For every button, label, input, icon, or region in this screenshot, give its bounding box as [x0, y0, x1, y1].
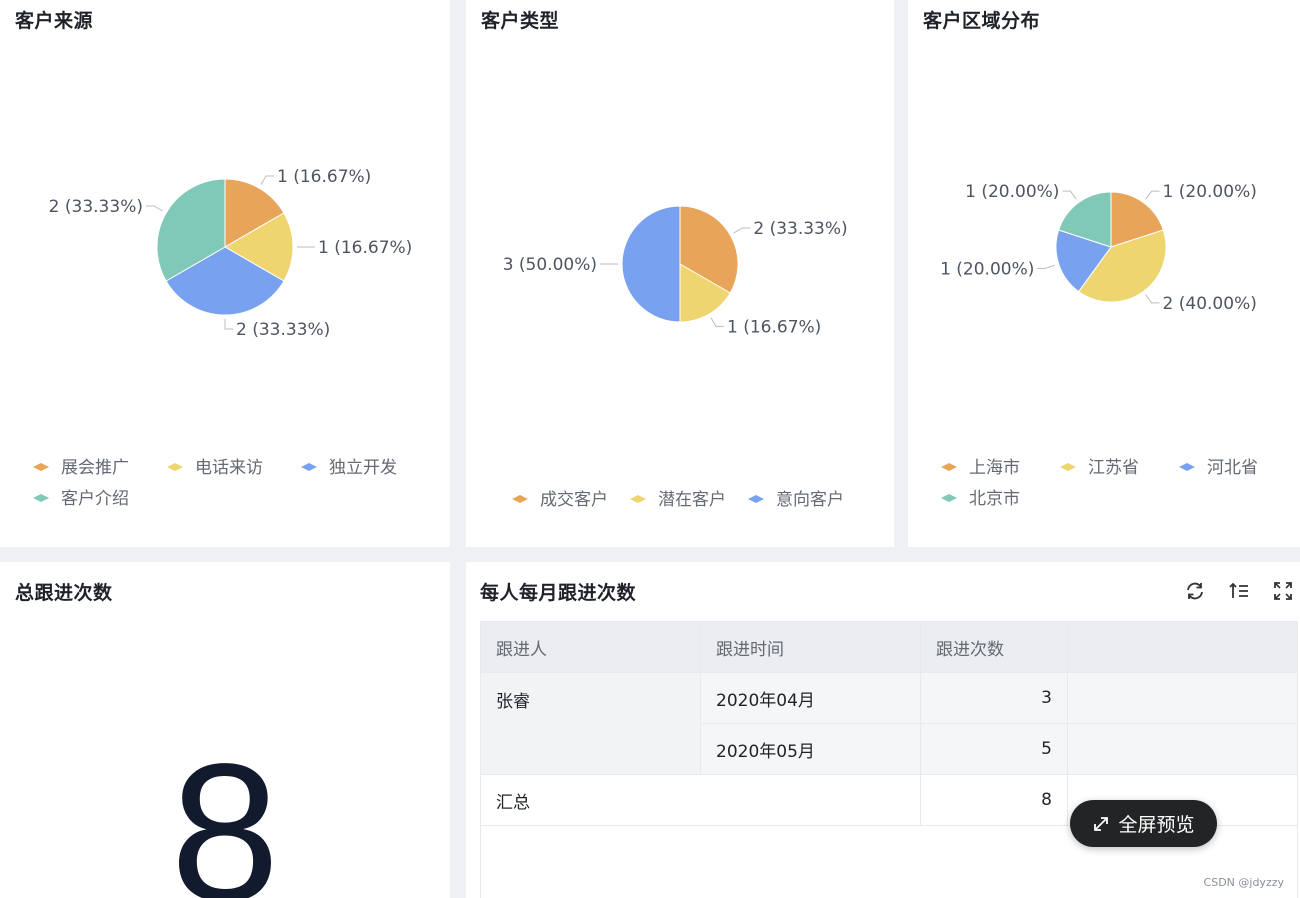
legend-label: 潜在客户: [658, 490, 726, 510]
label-leader-line: [224, 319, 233, 330]
legend-item[interactable]: 成交客户: [512, 490, 608, 510]
legend-item[interactable]: 江苏省: [1060, 458, 1139, 478]
legend-label: 河北省: [1207, 458, 1258, 478]
total-followups-value: 8: [170, 723, 280, 898]
legend-item[interactable]: 潜在客户: [630, 490, 726, 510]
slice-data-label: 2 (40.00%): [1163, 294, 1257, 314]
empty-cell: [1067, 672, 1298, 724]
legend-label: 展会推广: [61, 458, 129, 478]
legend-label: 上海市: [969, 458, 1020, 478]
legend-label: 独立开发: [329, 458, 397, 478]
legend-item[interactable]: 电话来访: [167, 458, 263, 478]
legend-marker-icon: [1179, 463, 1195, 471]
fullscreen-icon[interactable]: [1272, 580, 1294, 602]
slice-data-label: 1 (16.67%): [318, 238, 412, 258]
legend-label: 成交客户: [540, 490, 608, 510]
empty-cell: [1067, 723, 1298, 775]
legend-item[interactable]: 独立开发: [301, 458, 397, 478]
column-header: [1067, 621, 1298, 673]
label-leader-line: [1145, 190, 1160, 200]
slice-data-label: 2 (33.33%): [49, 197, 143, 217]
fullscreen-preview-button[interactable]: 全屏预览: [1070, 800, 1217, 847]
slice-data-label: 2 (33.33%): [753, 219, 847, 239]
count-cell: 5: [920, 723, 1068, 775]
legend-marker-icon: [301, 463, 317, 471]
label-leader-line: [1145, 294, 1160, 304]
legend-marker-icon: [33, 463, 49, 471]
expand-arrows-icon: [1094, 816, 1109, 831]
customer-region-card: 客户区域分布 1 (20.00%) 2 (40.00%) 1 (20.00%) 1 (…: [908, 0, 1300, 547]
label-leader-line: [145, 205, 163, 212]
legend-item[interactable]: 上海市: [941, 458, 1020, 478]
time-cell: 2020年05月: [700, 723, 921, 775]
slice-data-label: 3 (50.00%): [503, 255, 597, 275]
time-cell: 2020年04月: [700, 672, 921, 724]
label-leader-line: [1062, 190, 1077, 200]
person-cell: 张睿: [480, 672, 701, 775]
legend-marker-icon: [167, 463, 183, 471]
card-title: 总跟进次数: [15, 582, 113, 604]
customer-type-pie-chart: 2 (33.33%) 1 (16.67%) 3 (50.00%) 成交客户 潜在客户 意向…: [503, 205, 848, 510]
customer-source-card: 客户来源 1 (16.67%) 1 (16.67%) 2 (33.33%) 2 (33…: [0, 0, 450, 547]
customer-source-pie-chart: 1 (16.67%) 1 (16.67%) 2 (33.33%) 2 (33.33%)…: [33, 167, 412, 509]
label-leader-line: [710, 317, 724, 327]
summary-count: 8: [920, 774, 1068, 826]
legend-item[interactable]: 河北省: [1179, 458, 1258, 478]
legend-item[interactable]: 客户介绍: [33, 489, 129, 509]
slice-data-label: 2 (33.33%): [236, 320, 330, 340]
card-title: 每人每月跟进次数: [480, 582, 637, 604]
table-toolbar: [1184, 580, 1294, 602]
slice-data-label: 1 (16.67%): [727, 317, 821, 337]
monthly-followups-card: 每人每月跟进次数 跟进人 跟进时间 跟进次数 张睿 2020年04月 3 202…: [466, 562, 1300, 898]
count-cell: 3: [920, 672, 1068, 724]
followups-table: 跟进人 跟进时间 跟进次数 张睿 2020年04月 3 2020年05月 5 汇…: [480, 621, 1298, 898]
label-leader-line: [733, 227, 751, 234]
column-header[interactable]: 跟进次数: [920, 621, 1068, 673]
legend-marker-icon: [33, 494, 49, 502]
legend-label: 意向客户: [776, 490, 844, 510]
table-row: 张睿 2020年04月 3: [480, 672, 1298, 775]
legend-label: 电话来访: [195, 458, 263, 478]
customer-type-card: 客户类型 2 (33.33%) 1 (16.67%) 3 (50.00%) 成交客户潜…: [466, 0, 894, 547]
legend-item[interactable]: 北京市: [941, 489, 1020, 509]
legend-label: 客户介绍: [61, 489, 129, 509]
summary-label: 汇总: [480, 774, 921, 826]
legend-marker-icon: [512, 495, 528, 503]
legend-item[interactable]: 意向客户: [748, 490, 844, 510]
legend-marker-icon: [941, 494, 957, 502]
slice-data-label: 1 (16.67%): [277, 167, 371, 187]
legend-label: 北京市: [969, 489, 1020, 509]
pie-slice[interactable]: [621, 205, 681, 323]
legend-marker-icon: [748, 495, 764, 503]
legend-item[interactable]: 展会推广: [33, 458, 129, 478]
column-header[interactable]: 跟进人: [480, 621, 701, 673]
label-leader-line: [260, 175, 274, 185]
slice-data-label: 1 (20.00%): [1163, 182, 1257, 202]
legend-label: 江苏省: [1088, 458, 1139, 478]
legend-marker-icon: [941, 463, 957, 471]
slice-data-label: 1 (20.00%): [965, 182, 1059, 202]
customer-region-pie-chart: 1 (20.00%) 2 (40.00%) 1 (20.00%) 1 (20.00%)…: [940, 182, 1258, 509]
legend-marker-icon: [630, 495, 646, 503]
label-leader-line: [1037, 264, 1056, 269]
sort-icon[interactable]: [1228, 580, 1250, 602]
fullscreen-preview-label: 全屏预览: [1118, 814, 1195, 836]
watermark: CSDN @jdyzzy: [1203, 876, 1284, 889]
legend-marker-icon: [1060, 463, 1076, 471]
refresh-icon[interactable]: [1184, 580, 1206, 602]
column-header[interactable]: 跟进时间: [700, 621, 921, 673]
slice-data-label: 1 (20.00%): [940, 259, 1034, 279]
table-header-row: 跟进人 跟进时间 跟进次数: [480, 621, 1298, 673]
